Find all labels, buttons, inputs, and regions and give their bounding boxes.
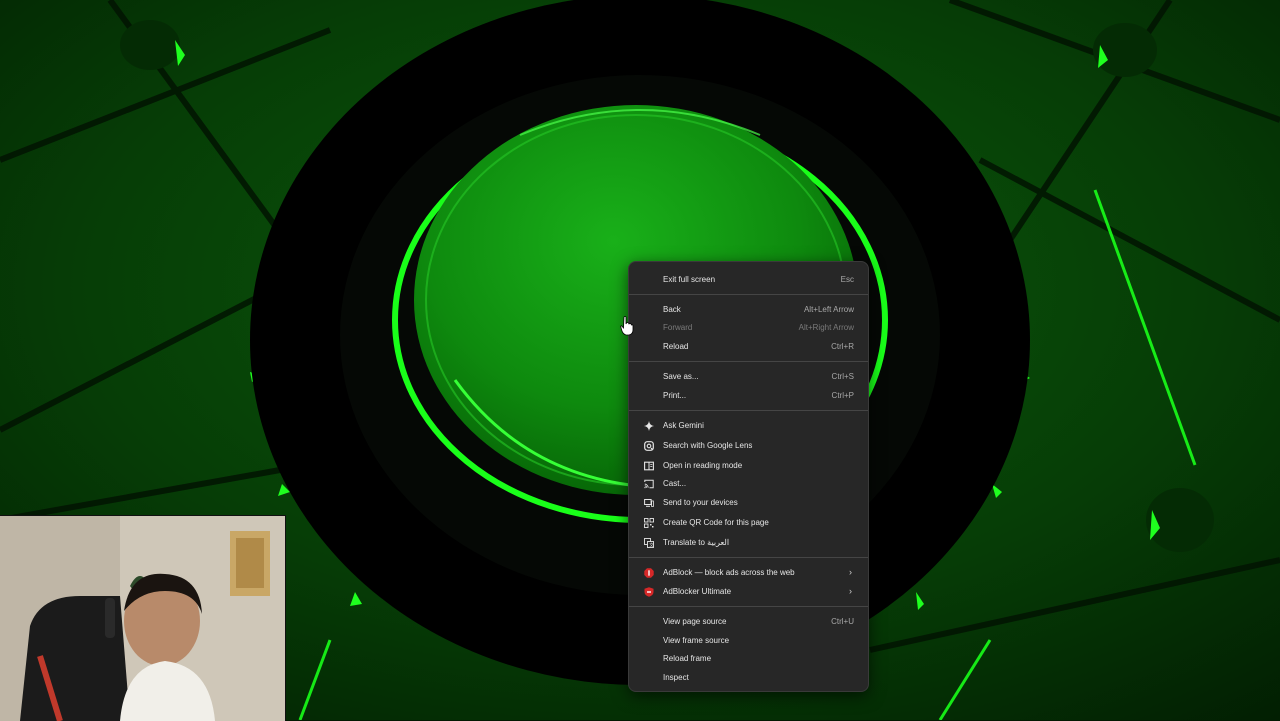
menu-item-qr-code[interactable]: Create QR Code for this page bbox=[629, 513, 868, 532]
menu-item-label: Print... bbox=[663, 391, 687, 400]
menu-item-view-page-source[interactable]: View page source Ctrl+U bbox=[629, 612, 868, 631]
menu-item-label: AdBlocker Ultimate bbox=[663, 587, 732, 596]
shortcut-label: Ctrl+U bbox=[831, 617, 854, 626]
menu-item-inspect[interactable]: Inspect bbox=[629, 668, 868, 687]
menu-item-translate[interactable]: 文 Translate to العربية bbox=[629, 533, 868, 552]
menu-item-label: Open in reading mode bbox=[663, 461, 743, 470]
menu-item-ask-gemini[interactable]: Ask Gemini bbox=[629, 416, 868, 435]
menu-item-reading-mode[interactable]: Open in reading mode bbox=[629, 456, 868, 475]
adblock-icon bbox=[643, 567, 654, 578]
menu-item-label: AdBlock — block ads across the web bbox=[663, 568, 795, 577]
shortcut-label: Esc bbox=[840, 275, 854, 284]
menu-item-label: Inspect bbox=[663, 673, 689, 682]
menu-separator bbox=[629, 294, 868, 295]
menu-separator bbox=[629, 606, 868, 607]
menu-item-exit-full-screen[interactable]: Exit full screen Esc bbox=[629, 270, 868, 289]
menu-separator bbox=[629, 557, 868, 558]
translate-icon: 文 bbox=[643, 537, 654, 548]
gemini-sparkle-icon bbox=[643, 420, 654, 431]
menu-item-forward[interactable]: Forward Alt+Right Arrow bbox=[629, 318, 868, 337]
shortcut-label: Ctrl+S bbox=[831, 372, 854, 381]
shortcut-label: Ctrl+R bbox=[831, 342, 854, 351]
menu-separator bbox=[629, 361, 868, 362]
cast-icon bbox=[643, 478, 654, 489]
submenu-chevron-icon: › bbox=[849, 567, 852, 577]
menu-item-label: Exit full screen bbox=[663, 275, 716, 284]
menu-item-label: Reload frame bbox=[663, 654, 712, 663]
adblocker-ultimate-icon bbox=[643, 586, 654, 597]
menu-item-send-to-devices[interactable]: Send to your devices bbox=[629, 493, 868, 512]
menu-item-label: View page source bbox=[663, 617, 727, 626]
hand-cursor-icon bbox=[620, 316, 634, 336]
reading-mode-icon bbox=[643, 460, 654, 471]
menu-item-label: Forward bbox=[663, 323, 693, 332]
menu-item-print[interactable]: Print... Ctrl+P bbox=[629, 386, 868, 405]
menu-item-adblocker-ultimate[interactable]: AdBlocker Ultimate › bbox=[629, 582, 868, 601]
menu-item-label: Ask Gemini bbox=[663, 421, 704, 430]
menu-item-google-lens[interactable]: Search with Google Lens bbox=[629, 436, 868, 455]
menu-item-label: Create QR Code for this page bbox=[663, 518, 769, 527]
shortcut-label: Alt+Right Arrow bbox=[798, 323, 854, 332]
shortcut-label: Alt+Left Arrow bbox=[803, 305, 854, 314]
menu-separator bbox=[629, 410, 868, 411]
menu-item-label: Translate to العربية bbox=[663, 538, 730, 547]
qr-code-icon bbox=[643, 517, 654, 528]
context-menu: Exit full screen Esc Back Alt+Left Arrow… bbox=[628, 261, 869, 692]
menu-item-adblock[interactable]: AdBlock — block ads across the web › bbox=[629, 563, 868, 582]
menu-item-label: Send to your devices bbox=[663, 498, 738, 507]
menu-item-cast[interactable]: Cast... bbox=[629, 474, 868, 493]
menu-item-reload-frame[interactable]: Reload frame bbox=[629, 649, 868, 668]
menu-item-view-frame-source[interactable]: View frame source bbox=[629, 631, 868, 650]
menu-item-reload[interactable]: Reload Ctrl+R bbox=[629, 337, 868, 356]
menu-item-label: Reload bbox=[663, 342, 689, 351]
menu-item-back[interactable]: Back Alt+Left Arrow bbox=[629, 300, 868, 319]
menu-item-label: Search with Google Lens bbox=[663, 441, 753, 450]
shortcut-label: Ctrl+P bbox=[831, 391, 854, 400]
menu-item-label: Save as... bbox=[663, 372, 699, 381]
menu-item-label: View frame source bbox=[663, 636, 730, 645]
menu-item-label: Cast... bbox=[663, 479, 687, 488]
menu-item-save-as[interactable]: Save as... Ctrl+S bbox=[629, 367, 868, 386]
webcam-overlay bbox=[0, 515, 286, 721]
google-lens-icon bbox=[643, 440, 654, 451]
submenu-chevron-icon: › bbox=[849, 586, 852, 596]
menu-item-label: Back bbox=[663, 305, 681, 314]
send-to-devices-icon bbox=[643, 497, 654, 508]
